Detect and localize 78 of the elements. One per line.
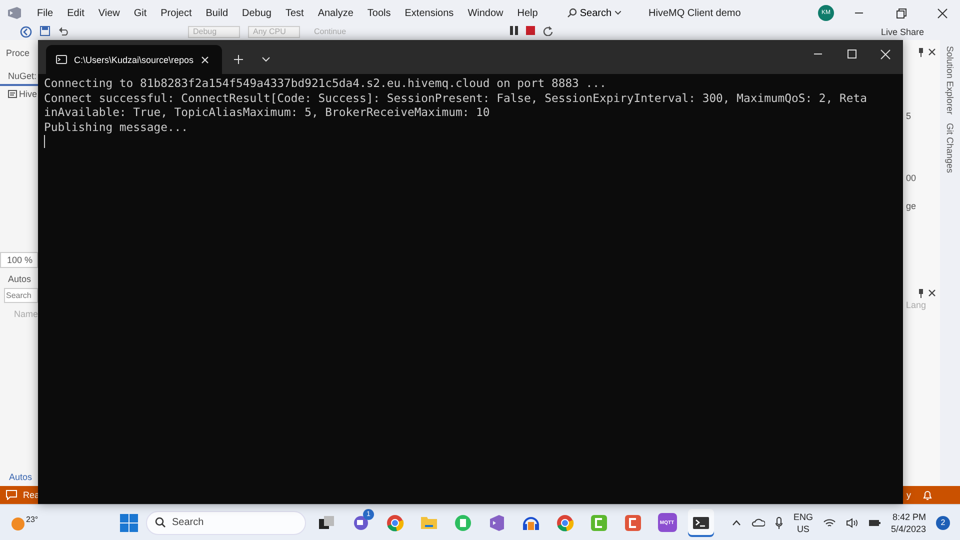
chevron-up-icon[interactable] [732,520,742,526]
chrome-icon [386,514,404,532]
cell-text: 00 [905,172,918,185]
taskbar-app[interactable] [688,508,714,536]
battery-icon[interactable] [868,518,881,527]
clock[interactable]: 8:42 PM 5/4/2023 [890,510,926,534]
logo-icon [6,6,22,20]
menu-item[interactable]: View [91,4,127,22]
menu-item[interactable]: Build [198,4,236,22]
comment-icon [6,490,17,500]
panel-title: Autos [7,272,32,286]
microphone-icon[interactable] [775,516,784,528]
project-name: Hive [19,89,38,99]
menu-item[interactable]: Extensions [398,4,461,22]
close-icon [880,48,892,60]
cell-text: ge [905,200,918,213]
zoom-level[interactable]: 100 % [0,252,38,268]
windows-logo-icon[interactable] [120,514,138,532]
pin-icon[interactable] [918,289,924,298]
cell-text: 5 [905,110,912,123]
menu-item[interactable]: Window [460,4,510,22]
plus-icon [234,55,242,64]
text-cursor [44,135,45,148]
window-title: HiveMQ Client demo [648,8,741,18]
side-tab[interactable]: Git Changes [940,122,960,173]
status-text: y [906,490,911,500]
wifi-icon[interactable] [822,518,836,528]
menu-item[interactable]: Debug [235,4,278,22]
menu-item[interactable]: Project [154,4,199,22]
restore-icon [895,8,907,18]
letter-c-icon [624,514,642,532]
side-tab[interactable]: Solution Explorer [940,46,960,115]
task-view-icon [318,514,336,532]
menu-item[interactable]: File [30,4,60,22]
restart-icon[interactable] [543,26,554,36]
console-line: inAvailable: True, TopicAliasMaximum: 5, BrokerReceiveMaximum: 10 [44,105,491,120]
column-header: Name [13,308,38,318]
search-field[interactable]: Search [146,510,306,534]
column-header: Lang [905,299,928,310]
chevron-down-icon [262,57,270,62]
undo-icon[interactable] [58,26,70,36]
bell-icon[interactable] [923,490,932,500]
search-button[interactable]: Search [560,4,627,22]
close-icon[interactable] [928,48,936,56]
chrome-icon [556,514,574,532]
console-icon [56,55,67,64]
menu-item[interactable]: Analyze [310,4,360,22]
speaker-icon[interactable] [846,518,858,528]
pin-icon[interactable] [918,48,924,57]
panel-tab[interactable]: Proce [0,40,38,62]
menu-item[interactable]: Test [278,4,311,22]
console-line: Connecting to 81b8283f2a154f549a4337bd921c5da4.s2.eu.hivemq.cloud on port 8883 ... [44,76,608,90]
maximize-icon [846,48,858,60]
temperature: 23° [26,514,38,524]
close-icon [937,8,949,18]
stop-icon[interactable] [526,26,536,35]
panel-tab[interactable]: Autos [0,468,38,486]
caret-icon [614,11,621,15]
save-icon[interactable] [40,26,50,36]
pause-icon[interactable] [510,26,518,35]
search-icon [155,517,166,528]
terminal-tab[interactable]: C:\Users\Kudzai\source\repos [46,45,222,74]
live-share-button[interactable]: Live Share [874,26,930,38]
search-icon [566,8,577,18]
console-line: Connect successful: ConnectResult[Code: Success]: SessionPresent: False, SessionExpiryInterval: 300, MaximumQoS: 2, Reta [44,90,868,105]
close-icon[interactable] [928,289,936,297]
language-indicator[interactable]: ENG US [793,510,813,534]
menu-item[interactable]: Edit [60,4,92,22]
notification-badge[interactable]: 2 [936,516,950,530]
back-icon[interactable] [20,26,32,38]
search-field[interactable]: Search [4,288,38,302]
menu-item[interactable]: Git [126,4,154,22]
menu-item[interactable]: Tools [360,4,398,22]
sun-icon [10,514,26,530]
cloud-icon[interactable] [751,518,766,527]
console-line: Publishing message... [44,120,190,134]
letter-c-icon [590,514,608,532]
menu-item[interactable]: Help [510,4,545,22]
